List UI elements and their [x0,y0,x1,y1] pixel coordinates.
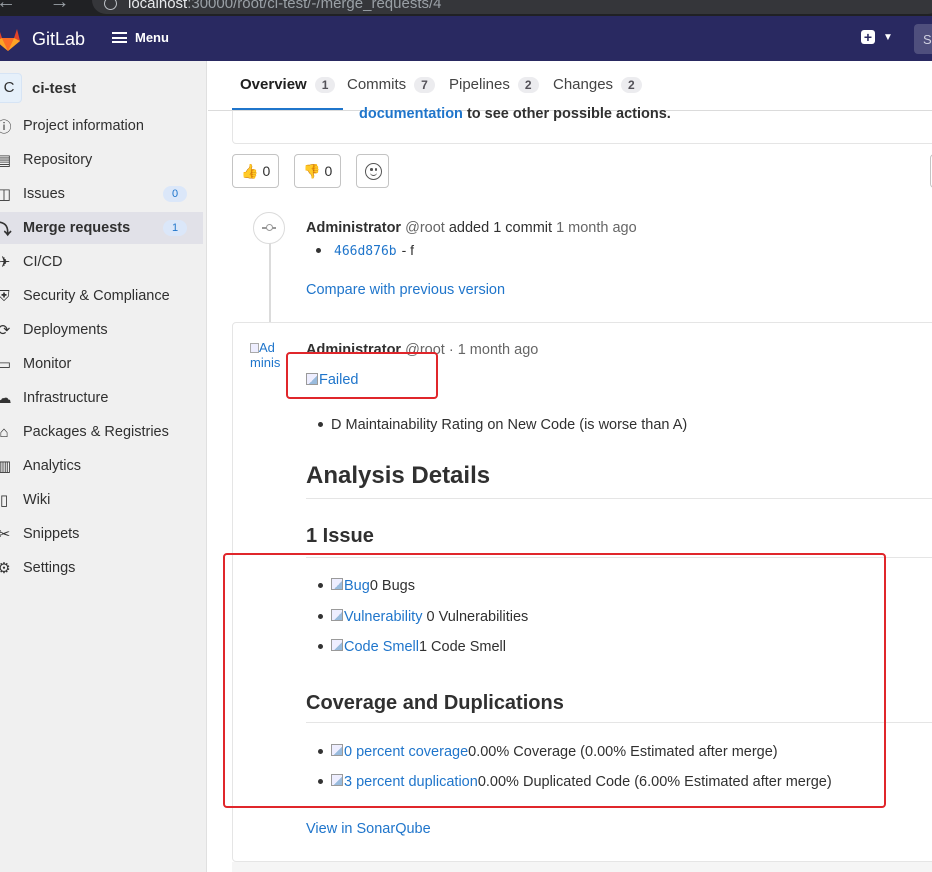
thumbs-up-button[interactable]: 👍 0 [232,154,280,188]
tab-count-badge: 1 [314,76,336,93]
gear-icon: ⚙ [0,560,11,577]
book-icon: ▯ [0,492,9,509]
note-handle[interactable]: @root [405,220,445,236]
project-header[interactable]: C ci-test [0,73,76,103]
new-dropdown-button[interactable]: + ▼ [861,30,893,44]
sidebar-item-merge-requests[interactable]: ⤵ Merge requests 1 [0,212,203,244]
top-navbar: GitLab Menu + ▼ S [0,16,932,61]
thumbs-down-icon: 👎 [303,162,321,179]
view-in-sonarqube-link[interactable]: View in SonarQube [306,821,431,837]
rocket-icon: ✈ [0,254,11,271]
compare-versions-link[interactable]: Compare with previous version [306,282,505,298]
commit-list-item: 466d876b - f [316,242,414,259]
monitor-icon: ▭ [0,356,12,373]
annotation-box-details [223,553,886,808]
analysis-details-heading: Analysis Details [306,462,491,489]
scissors-icon: ✂ [0,526,11,543]
description-text: documentation to see other possible acti… [359,106,671,122]
documentation-link[interactable]: documentation [359,106,463,122]
list-item: D Maintainability Rating on New Code (is… [318,417,687,433]
site-info-icon[interactable] [104,0,117,10]
description-card: documentation to see other possible acti… [232,106,932,144]
broken-image-icon [250,343,259,353]
divider [306,498,932,499]
shield-icon: ⛨ [0,287,10,305]
menu-label: Menu [135,30,169,45]
tab-overview[interactable]: Overview 1 [231,76,344,110]
sidebar-item-monitor[interactable]: ▭ Monitor [0,348,203,380]
sidebar-item-project-information[interactable]: ⓘ Project information [0,110,203,142]
project-name: ci-test [32,79,77,97]
menu-button[interactable]: Menu [112,30,169,45]
sidebar-item-snippets[interactable]: ✂ Snippets [0,518,203,550]
sidebar-item-packages-registries[interactable]: ⌂ Packages & Registries [0,416,203,448]
deployments-icon: ⟳ [0,322,11,339]
project-sidebar: C ci-test ⓘ Project information ▤ Reposi… [0,61,207,872]
thumbs-down-count: 0 [324,163,333,179]
sidebar-item-infrastructure[interactable]: ☁ Infrastructure [0,382,203,414]
plus-square-icon: + [861,30,875,44]
add-reaction-button[interactable] [356,154,389,188]
hamburger-icon [112,32,127,43]
note-author[interactable]: Administrator [306,220,401,236]
sidebar-item-analytics[interactable]: ▥ Analytics [0,450,203,482]
note-time[interactable]: 1 month ago [556,220,637,236]
merge-requests-count-badge: 1 [163,220,187,236]
card-footer-gap [232,862,932,872]
thumbs-down-button[interactable]: 👎 0 [294,154,342,188]
commit-icon [262,223,276,231]
condition-text: D Maintainability Rating on New Code (is… [331,417,688,433]
project-avatar: C [0,73,22,103]
tab-commits[interactable]: Commits 7 [347,76,435,93]
url-text: localhost:30000/root/ci-test/-/merge_req… [128,0,442,12]
tab-changes[interactable]: Changes 2 [553,76,642,93]
thumbs-up-count: 0 [262,163,271,179]
smiley-icon [365,163,382,180]
sidebar-item-wiki[interactable]: ▯ Wiki [0,484,203,516]
brand-name[interactable]: GitLab [32,29,85,50]
issues-heading: 1 Issue [306,525,374,547]
sidebar-item-issues[interactable]: ◫ Issues 0 [0,178,203,210]
tab-count-badge: 7 [414,76,435,93]
thumbs-up-icon: 👍 [241,162,259,179]
sidebar-item-settings[interactable]: ⚙ Settings [0,552,203,584]
issues-count-badge: 0 [163,186,187,202]
annotation-box-failed [286,352,438,399]
chart-icon: ▥ [0,458,12,475]
gitlab-logo-icon[interactable] [0,26,22,52]
info-icon: ⓘ [0,118,12,136]
sidebar-item-repository[interactable]: ▤ Repository [0,144,203,176]
issues-icon: ◫ [0,186,12,203]
chevron-down-icon: ▼ [883,31,893,43]
tab-count-badge: 2 [517,76,539,93]
address-bar[interactable]: localhost:30000/root/ci-test/-/merge_req… [92,0,932,14]
search-input[interactable]: S [914,24,932,54]
commit-timeline-badge [253,212,285,244]
comment-time[interactable]: · 1 month ago [445,342,538,358]
merge-request-icon: ⤵ [0,220,12,238]
commit-sha-link[interactable]: 466d876b [334,244,397,259]
tab-count-badge: 2 [621,76,642,93]
sidebar-item-cicd[interactable]: ✈ CI/CD [0,246,203,278]
sidebar-item-deployments[interactable]: ⟳ Deployments [0,314,203,346]
commit-message: - f [401,242,415,258]
note-action: added 1 commit [444,220,557,236]
merge-request-tabs: Overview 1 Commits 7 Pipelines 2 Changes… [208,61,932,111]
system-note-header: Administrator @root added 1 commit 1 mon… [306,220,637,236]
doc-icon: ▤ [0,152,12,169]
avatar[interactable]: Ad minis [250,340,286,376]
browser-toolbar: ← → C localhost:30000/root/ci-test/-/mer… [0,0,932,16]
sidebar-item-security-compliance[interactable]: ⛨ Security & Compliance [0,280,203,312]
cloud-icon: ☁ [0,390,12,407]
package-icon: ⌂ [0,423,9,441]
tab-pipelines[interactable]: Pipelines 2 [449,76,539,93]
